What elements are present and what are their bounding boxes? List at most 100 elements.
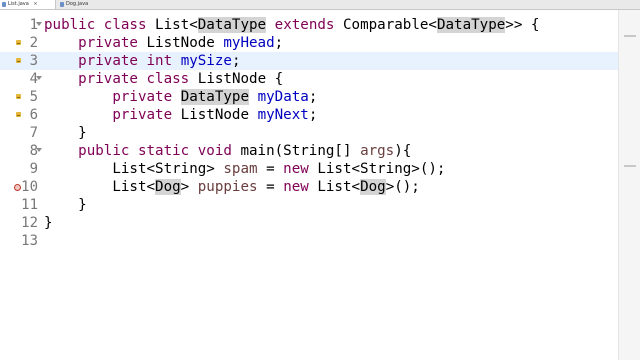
tab-list-java[interactable]: List.java ⨯ xyxy=(0,0,56,9)
java-file-icon xyxy=(2,2,6,7)
line-number: 12 xyxy=(21,215,38,231)
line-number: 11 xyxy=(21,197,38,213)
code-text[interactable]: private int mySize; xyxy=(44,52,240,70)
code-token: public xyxy=(44,17,96,33)
code-token: Dog xyxy=(360,179,386,195)
code-text[interactable]: List<String> spam = new List<String>(); xyxy=(44,160,445,178)
editor-tab-bar: List.java ⨯ Dog.java xyxy=(0,0,640,10)
code-token: } xyxy=(44,215,53,231)
code-token: mySize xyxy=(180,53,232,69)
code-token: ; xyxy=(308,107,318,123)
tab-label: Dog.java xyxy=(66,1,89,7)
code-line[interactable]: 10 List<Dog> puppies = new List<Dog>(); xyxy=(0,178,618,196)
warning-icon[interactable] xyxy=(16,58,21,63)
code-text[interactable]: private DataType myData; xyxy=(44,88,317,106)
code-token: } xyxy=(44,197,87,213)
code-token: DataType xyxy=(436,17,506,33)
line-number: 1 xyxy=(29,17,38,33)
code-token: List< xyxy=(308,179,361,195)
collapse-arrow-icon[interactable] xyxy=(36,22,42,26)
code-token: DataType xyxy=(197,17,267,33)
code-token: new xyxy=(283,179,309,195)
code-token: Comparable< xyxy=(334,17,437,33)
code-token: main(String[] xyxy=(231,143,361,159)
collapse-arrow-icon[interactable] xyxy=(36,76,42,80)
code-text[interactable]: public class List<DataType extends Compa… xyxy=(44,16,539,34)
code-token: >> { xyxy=(505,17,540,33)
line-number: 7 xyxy=(29,125,38,141)
code-token: new xyxy=(283,161,309,177)
tab-label: List.java xyxy=(8,1,29,7)
code-token: extends xyxy=(274,17,335,33)
code-token: >(); xyxy=(385,179,420,195)
overview-ruler-mark[interactable] xyxy=(624,165,636,167)
collapse-arrow-icon[interactable] xyxy=(36,148,42,152)
code-text[interactable]: List<Dog> puppies = new List<Dog>(); xyxy=(44,178,420,196)
code-text[interactable]: private ListNode myHead; xyxy=(44,34,283,52)
code-token: myNext xyxy=(257,107,309,123)
code-token: Dog xyxy=(155,179,181,195)
code-line[interactable]: 9 List<String> spam = new List<String>()… xyxy=(0,160,618,178)
code-line[interactable]: 6 private ListNode myNext; xyxy=(0,106,618,124)
tab-dog-java[interactable]: Dog.java xyxy=(58,0,98,9)
code-text[interactable]: } xyxy=(44,214,53,232)
overview-ruler-mark[interactable] xyxy=(624,35,636,37)
code-token: ListNode xyxy=(172,107,258,123)
line-number: 4 xyxy=(29,71,38,87)
code-token: private xyxy=(112,107,173,123)
code-token: args xyxy=(360,143,395,159)
code-token: void xyxy=(197,143,232,159)
warning-icon[interactable] xyxy=(16,40,21,45)
code-line[interactable]: 7 } xyxy=(0,124,618,142)
code-text[interactable]: } xyxy=(44,196,87,214)
code-line[interactable]: 8 public static void main(String[] args)… xyxy=(0,142,618,160)
code-token: ; xyxy=(308,89,318,105)
code-line[interactable]: 1 public class List<DataType extends Comp… xyxy=(0,16,618,34)
line-number: 13 xyxy=(21,233,38,249)
overview-ruler[interactable] xyxy=(618,10,640,360)
code-line[interactable]: 3 private int mySize; xyxy=(0,52,618,70)
code-token: public xyxy=(78,143,130,159)
code-token: int xyxy=(146,53,173,69)
code-token: DataType xyxy=(180,89,250,105)
java-file-icon xyxy=(60,2,64,7)
code-token: class xyxy=(146,71,190,87)
code-line[interactable]: 2 private ListNode myHead; xyxy=(0,34,618,52)
code-text[interactable]: } xyxy=(44,124,87,142)
code-token: List< xyxy=(44,179,156,195)
code-line[interactable]: 4 private class ListNode { xyxy=(0,70,618,88)
warning-icon[interactable] xyxy=(16,94,21,99)
code-line[interactable]: 5 private DataType myData; xyxy=(0,88,618,106)
code-text[interactable]: public static void main(String[] args){ xyxy=(44,142,411,160)
code-line[interactable]: 13 xyxy=(0,232,618,250)
code-editor[interactable]: 1 public class List<DataType extends Comp… xyxy=(0,10,618,360)
code-line[interactable]: 12} xyxy=(0,214,618,232)
code-line[interactable]: 11 } xyxy=(0,196,618,214)
code-token: ){ xyxy=(394,143,412,159)
code-token: } xyxy=(44,125,87,141)
code-token: spam xyxy=(223,161,258,177)
code-text[interactable]: private ListNode myNext; xyxy=(44,106,317,124)
code-token: > xyxy=(180,179,198,195)
code-text[interactable]: private class ListNode { xyxy=(44,70,283,88)
code-token: private xyxy=(78,53,138,69)
code-token: ; xyxy=(231,53,241,69)
close-tab-icon[interactable]: ⨯ xyxy=(33,0,37,9)
code-token: List<String>(); xyxy=(308,161,446,177)
code-token: List< xyxy=(146,17,198,33)
warning-icon[interactable] xyxy=(16,112,21,117)
error-icon[interactable] xyxy=(14,184,21,191)
